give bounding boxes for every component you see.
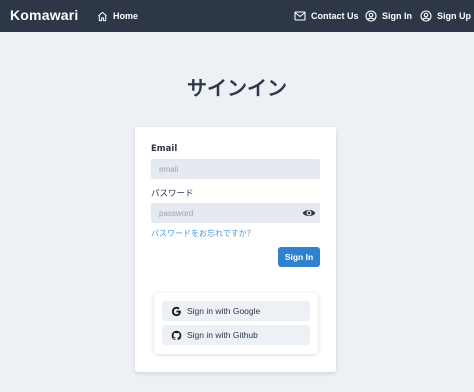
github-signin-label: Sign in with Github xyxy=(187,330,258,340)
nav-home-link[interactable]: Home xyxy=(97,0,138,32)
email-label: Email xyxy=(151,144,178,154)
google-signin-button[interactable]: Sign in with Google xyxy=(162,301,310,321)
nav-contact-link[interactable]: Contact Us xyxy=(294,0,359,32)
signin-card: Email パスワード パスワードをお忘れですか？ Sign In Sign i… xyxy=(135,127,336,372)
google-signin-label: Sign in with Google xyxy=(187,306,261,316)
nav-home-label: Home xyxy=(113,11,139,21)
user-circle-icon xyxy=(420,10,432,22)
home-icon xyxy=(98,11,107,21)
signin-button[interactable]: Sign In xyxy=(278,247,320,267)
eye-icon[interactable] xyxy=(302,207,316,219)
nav-signin-label: Sign In xyxy=(382,11,412,21)
github-icon xyxy=(171,330,182,340)
google-icon xyxy=(171,306,181,316)
social-login-panel: Sign in with Google Sign in with Github xyxy=(154,293,318,354)
navbar: Komawari Home Contact Us Sign In Sign Up xyxy=(0,0,474,32)
nav-contact-label: Contact Us xyxy=(311,11,359,21)
github-signin-button[interactable]: Sign in with Github xyxy=(162,325,310,345)
nav-signin-link[interactable]: Sign In xyxy=(365,0,412,32)
forgot-password-link[interactable]: パスワードをお忘れですか？ xyxy=(151,228,255,239)
email-field[interactable] xyxy=(151,159,320,179)
password-field[interactable] xyxy=(151,203,320,223)
nav-signup-link[interactable]: Sign Up xyxy=(420,0,471,32)
nav-signup-label: Sign Up xyxy=(437,11,471,21)
user-circle-icon xyxy=(365,10,377,22)
brand-logo[interactable]: Komawari xyxy=(10,7,79,23)
password-label: パスワード xyxy=(151,189,194,199)
page-title: サインイン xyxy=(187,76,287,100)
mail-icon xyxy=(294,11,306,21)
